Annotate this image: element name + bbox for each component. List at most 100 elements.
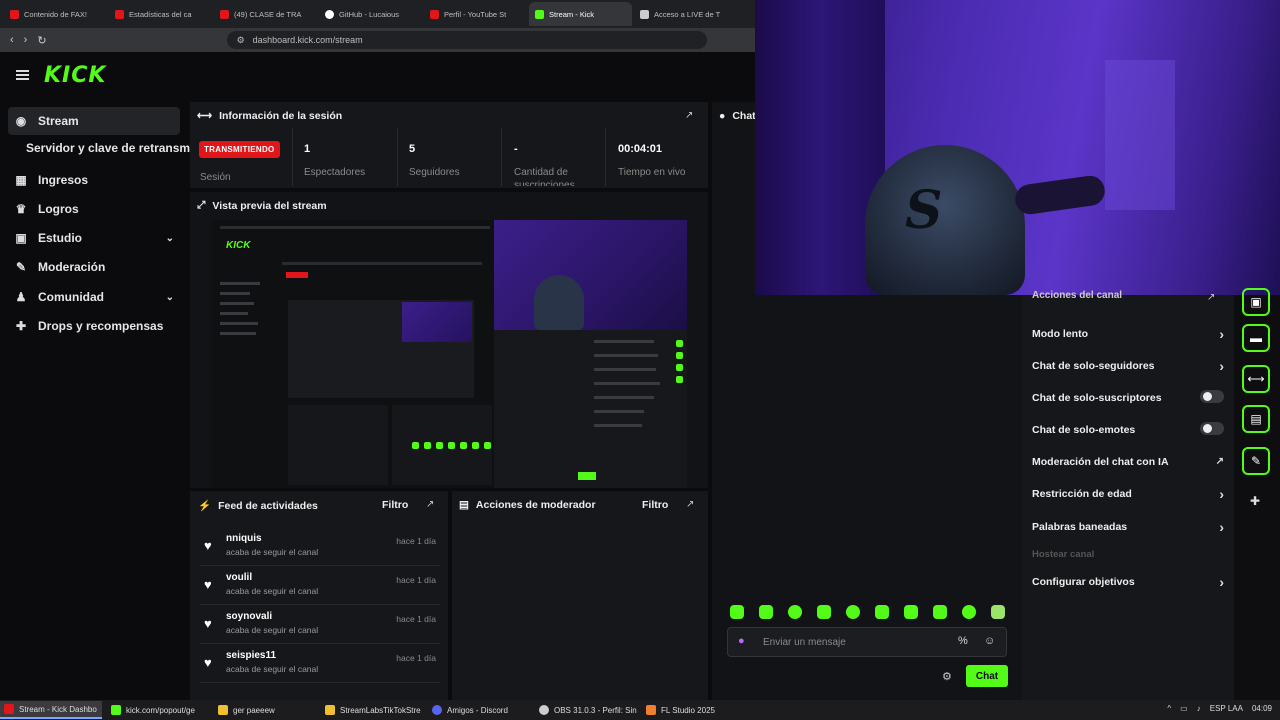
preview-detail [594,368,656,371]
setting-goals[interactable]: Configurar objetivos › [1032,574,1224,590]
sidebar-item-drops[interactable]: ✚ Drops y recompensas [8,312,180,340]
heart-icon: ♥ [204,616,212,631]
emotes-only-toggle[interactable] [1200,422,1224,435]
microphone-icon[interactable]: ● [738,635,745,647]
subscribers-only-toggle[interactable] [1200,390,1224,403]
external-link-icon[interactable]: ↗ [426,499,434,510]
stream-preview-video[interactable]: KICK [212,220,687,488]
emoji-icon[interactable]: ☺ [984,635,995,647]
setting-age-restriction[interactable]: Restricción de edad › [1032,486,1224,502]
browser-tab[interactable]: Acceso a LIVE de T [634,2,737,26]
language-indicator[interactable]: ESP LAA [1210,704,1243,713]
emote-icon[interactable] [904,605,918,619]
sidebar-item-ingresos[interactable]: ▦ Ingresos [8,166,180,194]
sidebar-item-moderacion[interactable]: ✎ Moderación [8,253,180,281]
forward-icon[interactable]: › [24,34,28,46]
user-card-icon[interactable]: ▤ [1242,405,1270,433]
sidebar-subitem-stream-key[interactable]: Servidor y clave de retransmisión [26,141,190,155]
network-icon[interactable]: ▭ [1180,704,1188,713]
trophy-icon: ♛ [15,202,27,216]
browser-tab[interactable]: Estadísticas del ca [109,2,212,26]
setting-host-channel: Hostear canal [1032,549,1095,560]
hamburger-menu-icon[interactable] [16,70,29,80]
taskbar-app[interactable]: Amigos - Discord [428,701,530,719]
broadcast-icon: ⟷ [197,110,213,122]
setting-label: Chat de solo-seguidores [1032,360,1155,372]
emote-icon[interactable] [846,605,860,619]
chat-icon[interactable]: ▬ [1242,324,1270,352]
sidebar-item-comunidad[interactable]: ♟ Comunidad ⌄ [8,283,180,311]
external-link-icon[interactable]: ↗ [686,499,694,510]
taskbar-label: StreamLabsTikTokStre [340,705,421,715]
taskbar-label: OBS 31.0.3 - Perfil: Sin [554,705,637,715]
mod-filter-button[interactable]: Filtro [642,499,668,511]
chat-settings-gear-icon[interactable]: ⚙ [942,670,952,683]
preview-detail [220,302,254,305]
taskbar-app[interactable]: OBS 31.0.3 - Perfil: Sin [535,701,637,719]
browser-tab[interactable]: (49) CLASE de TRA [214,2,317,26]
community-icon[interactable]: ✚ [1250,494,1260,508]
sidebar-item-estudio[interactable]: ▣ Estudio ⌄ [8,224,180,252]
setting-followers-only[interactable]: Chat de solo-seguidores › [1032,358,1224,374]
external-link-icon: ↗ [1215,456,1224,467]
cap-logo-icon: S [905,180,943,241]
browser-tab-active[interactable]: Stream - Kick [529,2,632,26]
feed-action: acaba de seguir el canal [226,625,319,635]
clock[interactable]: 04:09 [1252,704,1272,713]
percent-icon[interactable]: % [958,635,968,647]
volume-icon[interactable]: ♪ [1197,704,1201,713]
taskbar-app[interactable]: ger paeeew [214,701,316,719]
feed-time: hace 1 día [396,653,436,663]
feed-username[interactable]: soynovali [226,611,272,622]
feed-username[interactable]: voulil [226,572,252,583]
chevron-up-icon[interactable]: ^ [1167,704,1171,713]
setting-label: Moderación del chat con IA [1032,456,1169,468]
preview-detail [676,340,683,347]
kick-favicon-icon [535,9,544,19]
taskbar-app[interactable]: FL Studio 2025 [642,701,744,719]
kick-logo[interactable]: KICK [44,63,106,88]
sidebar-item-stream[interactable]: ◉ Stream [8,107,180,135]
chat-send-button[interactable]: Chat [966,665,1008,687]
sidebar-item-logros[interactable]: ♛ Logros [8,195,180,223]
back-icon[interactable]: ‹ [10,34,14,46]
chevron-right-icon: › [1219,519,1224,535]
browser-tab[interactable]: Perfil - YouTube St [424,2,527,26]
setting-slow-mode[interactable]: Modo lento › [1032,326,1224,342]
feed-username[interactable]: nniquis [226,533,262,544]
emote-icon[interactable] [817,605,831,619]
url-field[interactable]: ⚙ dashboard.kick.com/stream [226,31,707,49]
preview-detail [484,442,491,449]
browser-tab[interactable]: Contenido de FAX! [4,2,107,26]
emote-icon[interactable] [962,605,976,619]
reload-icon[interactable]: ↻ [37,34,46,47]
taskbar-app[interactable]: kick.com/popout/ge [107,701,209,719]
setting-ai-moderation[interactable]: Moderación del chat con IA ↗ [1032,456,1224,468]
site-info-icon[interactable]: ⚙ [237,35,245,46]
feed-username[interactable]: seispies11 [226,650,276,661]
taskbar-label: ger paeeew [233,705,275,715]
taskbar-app[interactable]: Stream - Kick Dashbo [0,701,102,719]
chat-message-input[interactable]: ● Enviar un mensaje % ☺ [727,627,1007,657]
emote-icon[interactable] [933,605,947,619]
wrench-icon[interactable]: ✎ [1242,447,1270,475]
emote-icon[interactable] [991,605,1005,619]
expand-icon: ⤢ [197,199,206,211]
emote-icon[interactable] [759,605,773,619]
emote-icon[interactable] [875,605,889,619]
emote-icon[interactable] [730,605,744,619]
taskbar-app[interactable]: StreamLabsTikTokStre [321,701,423,719]
favicon-icon [640,9,649,19]
external-link-icon[interactable]: ↗ [1207,292,1215,303]
emote-icon[interactable] [788,605,802,619]
stat-divider [292,128,293,186]
broadcast-icon[interactable]: ⟷ [1242,365,1270,393]
setting-banned-words[interactable]: Palabras baneadas › [1032,519,1224,535]
preview-webcam-capture [494,220,687,330]
shield-icon[interactable]: ▣ [1242,288,1270,316]
preview-detail [220,282,260,285]
feed-filter-button[interactable]: Filtro [382,499,408,511]
followers-value: 5 [409,143,416,155]
browser-tab[interactable]: GitHub - Lucaious [319,2,422,26]
external-link-icon[interactable]: ↗ [685,110,693,121]
